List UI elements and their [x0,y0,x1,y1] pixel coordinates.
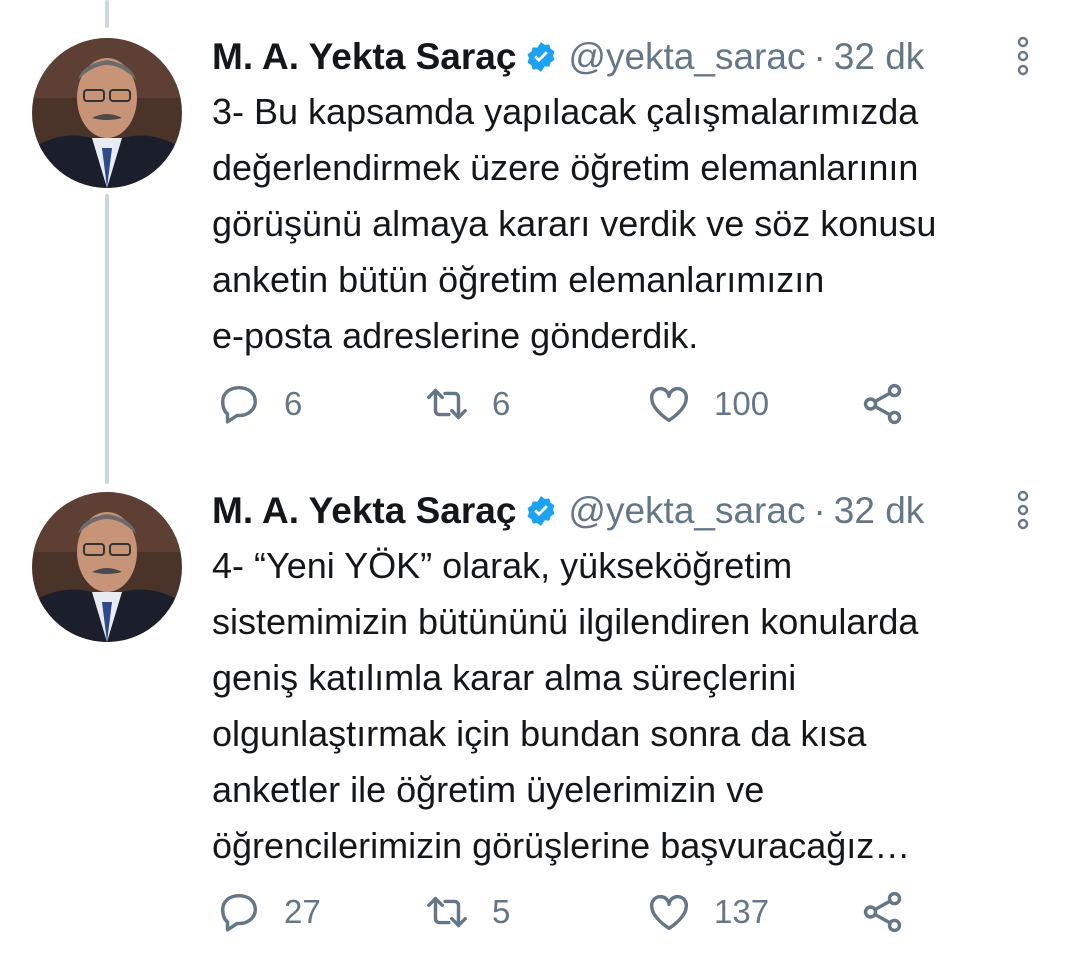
retweet-button[interactable]: 6 [424,376,510,432]
reply-count: 6 [284,385,303,422]
thread-connector-top [105,0,109,28]
tweet[interactable]: M. A. Yekta Saraç @yekta_sarac · 32 dk 4… [0,484,1080,954]
reply-count: 27 [284,893,321,930]
share-icon [863,891,902,933]
reply-icon [220,893,258,932]
timestamp[interactable]: 32 dk [834,490,925,532]
tweet-header: M. A. Yekta Saraç @yekta_sarac · 32 dk [212,32,1030,82]
share-button[interactable] [860,884,906,940]
timestamp[interactable]: 32 dk [834,36,925,78]
retweet-count: 5 [492,893,511,930]
like-count: 137 [714,893,770,930]
reply-icon [220,385,258,424]
handle[interactable]: @yekta_sarac [568,36,805,78]
share-icon [863,383,902,425]
like-icon [650,386,688,423]
separator: · [813,36,826,77]
tweet[interactable]: M. A. Yekta Saraç @yekta_sarac · 32 dk 3… [0,30,1080,450]
tweet-text: 3- Bu kapsamda yapılacak çalışmalarımızd… [212,91,937,356]
tweet-header: M. A. Yekta Saraç @yekta_sarac · 32 dk [212,486,1030,536]
retweet-icon [427,896,467,928]
reply-button[interactable]: 27 [216,884,321,940]
display-name[interactable]: M. A. Yekta Saraç [212,36,516,78]
retweet-count: 6 [492,385,511,422]
avatar[interactable] [32,38,182,188]
verified-badge-icon [524,40,558,74]
reply-button[interactable]: 6 [216,376,302,432]
like-button[interactable]: 100 [646,376,769,432]
tweet-text: 4- “Yeni YÖK” olarak, yükseköğretim sist… [212,545,919,866]
more-options-icon[interactable] [1016,36,1030,76]
more-options-icon[interactable] [1016,490,1030,530]
like-icon [650,894,688,931]
avatar[interactable] [32,492,182,642]
separator: · [813,490,826,531]
share-button[interactable] [860,376,906,432]
handle[interactable]: @yekta_sarac [568,490,805,532]
display-name[interactable]: M. A. Yekta Saraç [212,490,516,532]
retweet-button[interactable]: 5 [424,884,510,940]
retweet-icon [427,388,467,420]
like-count: 100 [714,385,770,422]
verified-badge-icon [524,494,558,528]
like-button[interactable]: 137 [646,884,769,940]
